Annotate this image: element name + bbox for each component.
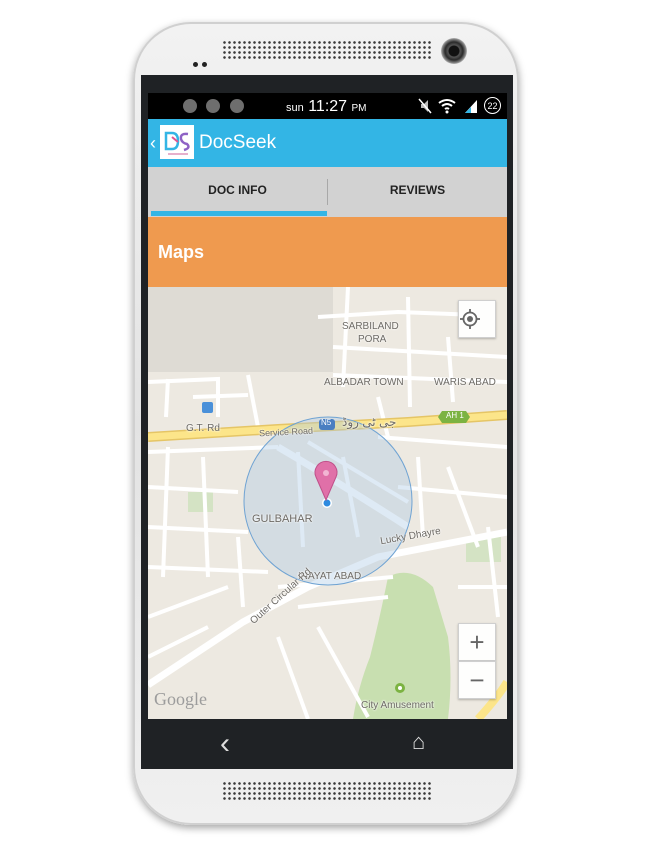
nav-back-button[interactable]: ‹	[220, 727, 230, 761]
map-label-gt-rd: G.T. Rd	[186, 423, 220, 434]
map-label-ah1: AH 1	[446, 411, 464, 420]
status-clock: sun 11:27 PM	[286, 98, 367, 116]
app-title: DocSeek	[199, 132, 277, 153]
google-watermark: Google	[154, 689, 207, 709]
tab-reviews[interactable]: REVIEWS	[328, 167, 507, 217]
map-canvas	[148, 287, 507, 719]
notification-app-icon	[230, 99, 244, 113]
status-day: sun	[286, 102, 304, 114]
map-label-sarbiland: SARBILAND	[342, 321, 399, 332]
map-label-urdu-gt-road: جی ٹی روڈ	[342, 415, 397, 429]
top-speaker-grille	[222, 40, 432, 60]
record-icon	[183, 99, 197, 113]
action-bar: ‹ DocSeek	[148, 119, 507, 167]
tab-doc-info[interactable]: DOC INFO	[148, 167, 327, 217]
tab-reviews-label: REVIEWS	[389, 183, 446, 197]
map-label-pora: PORA	[358, 334, 387, 345]
signal-icon	[465, 100, 477, 113]
nav-home-button[interactable]: ⌂	[412, 729, 425, 755]
tab-doc-info-label: DOC INFO	[208, 183, 267, 197]
up-navigation-icon[interactable]: ‹	[150, 133, 156, 154]
map-label-n5: N5	[321, 418, 332, 427]
zoom-out-button[interactable]: −	[458, 661, 496, 699]
my-location-button[interactable]	[458, 300, 496, 338]
status-time: 11:27	[308, 98, 348, 115]
battery-badge: 22	[484, 97, 501, 114]
mute-icon	[418, 98, 432, 114]
map-label-albadar-town: ALBADAR TOWN	[324, 377, 404, 388]
map-label-waris-abad: WARIS ABAD	[434, 377, 496, 388]
tab-bar: DOC INFO REVIEWS	[148, 167, 507, 217]
docseek-logo-icon	[164, 131, 190, 155]
phone-screen: sun 11:27 PM 22 ‹ DocSeek DOC INFO REVIE…	[148, 93, 507, 719]
maps-section-title: Maps	[158, 242, 205, 262]
notification-e-icon	[206, 99, 220, 113]
zoom-in-button[interactable]: +	[458, 623, 496, 661]
tab-selected-indicator	[151, 211, 327, 216]
front-camera	[441, 38, 467, 64]
map-label-gulbahar: GULBAHAR	[252, 513, 313, 525]
wifi-icon	[438, 99, 456, 114]
bottom-speaker-grille	[222, 781, 432, 801]
map-label-city-amusement: City Amusement	[361, 700, 434, 711]
maps-section-header: Maps	[148, 217, 507, 287]
app-logo[interactable]	[160, 125, 194, 159]
status-ampm: PM	[351, 103, 367, 114]
front-sensors	[193, 54, 211, 72]
my-location-icon	[460, 309, 480, 329]
navigation-bar: ‹ ⌂	[148, 719, 507, 769]
map-view[interactable]: SARBILAND PORA ALBADAR TOWN WARIS ABAD G…	[148, 287, 507, 719]
status-bar: sun 11:27 PM 22	[148, 93, 507, 119]
